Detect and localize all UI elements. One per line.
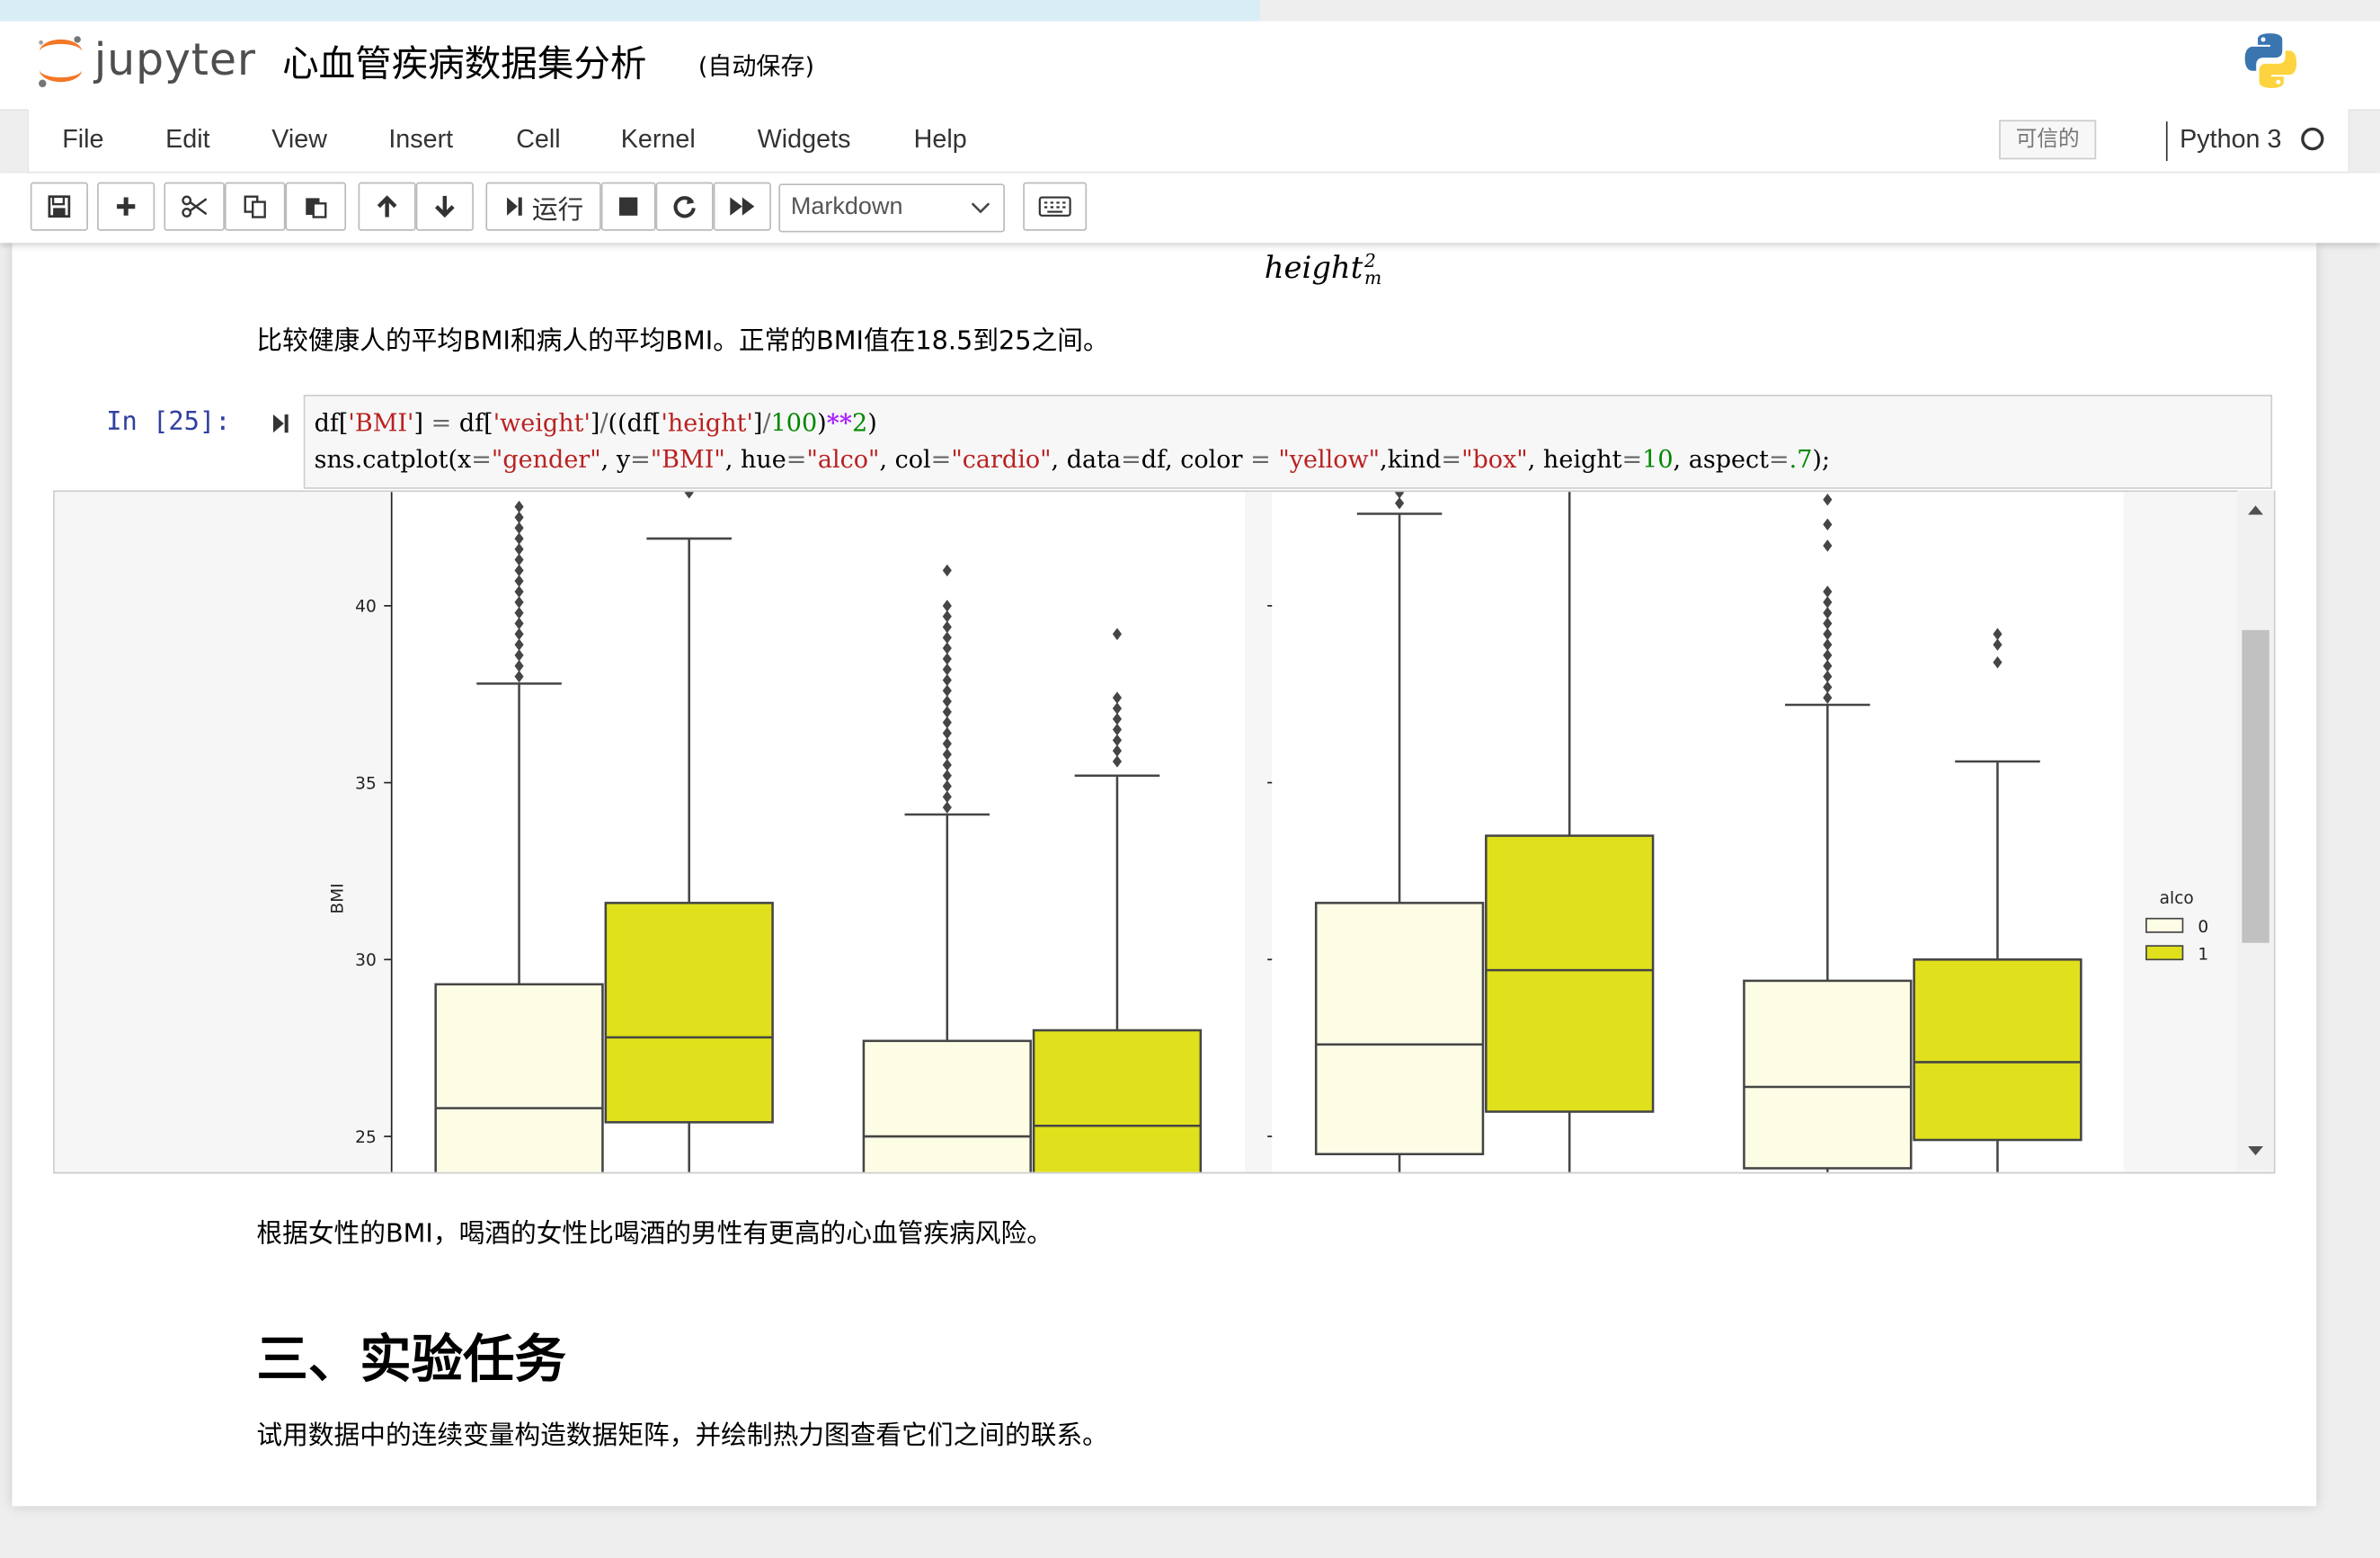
panel-2-group-1-alco-0-box <box>1314 902 1485 1156</box>
save-icon <box>48 195 71 218</box>
figure-margin-left <box>54 492 392 1172</box>
stop-icon <box>619 197 638 216</box>
panel-2-group-2-alco-0-box <box>1743 979 1913 1170</box>
panel-1-group-1-alco-0-box <box>434 983 604 1172</box>
plus-icon <box>117 197 136 216</box>
jupyter-wordmark: jupyter <box>93 33 256 85</box>
copy-button[interactable] <box>224 182 286 231</box>
legend-swatch-1 <box>2145 945 2184 961</box>
command-palette-button[interactable] <box>1023 182 1088 231</box>
menu-edit[interactable]: Edit <box>165 124 209 155</box>
paste-button[interactable] <box>285 182 347 231</box>
legend-swatch-0 <box>2145 917 2184 933</box>
jupyter-logo-icon <box>39 36 83 88</box>
paste-icon <box>306 198 327 218</box>
formula-subscript: m <box>1363 266 1382 289</box>
section-heading[interactable]: 三、实验任务 <box>256 1318 566 1393</box>
output-area[interactable]: 25 30 35 40 BMI alco 0 1 <box>53 490 2276 1174</box>
menu-file[interactable]: File <box>62 124 103 155</box>
menu-view[interactable]: View <box>271 124 327 155</box>
bmi-formula: height 2 m <box>1264 248 1382 289</box>
formula-denominator: height <box>1264 248 1363 286</box>
legend-title: alco <box>2160 889 2194 908</box>
legend-label-1: 1 <box>2198 945 2208 964</box>
output-scrollbar[interactable] <box>2237 490 2274 1171</box>
fast-forward-icon <box>730 197 755 216</box>
header: jupyter 心血管疾病数据集分析 (自动保存) <box>0 21 2380 111</box>
cut-button[interactable] <box>164 182 225 231</box>
cell-type-value: Markdown <box>790 194 903 220</box>
code-cell-input[interactable]: df['BMI'] = df['weight']/((df['height']/… <box>303 395 2273 489</box>
arrow-down-icon <box>434 195 455 218</box>
y-tick-label-25: 25 <box>355 1128 377 1147</box>
scroll-up-icon <box>2248 505 2264 515</box>
markdown-cell-conclusion[interactable]: 根据女性的BMI，喝酒的女性比喝酒的男性有更高的心血管疾病风险。 <box>256 1212 1052 1250</box>
menu-help[interactable]: Help <box>914 124 967 155</box>
menu-kernel[interactable]: Kernel <box>621 124 696 155</box>
notebook-title[interactable]: 心血管疾病数据集分析 <box>282 33 646 86</box>
scroll-thumb[interactable] <box>2242 629 2269 943</box>
kernel-separator <box>2165 121 2168 162</box>
panel-2-group-2-alco-1-box <box>1913 958 2082 1142</box>
kernel-name[interactable]: Python 3 <box>2180 124 2281 155</box>
run-cell-icon[interactable] <box>271 410 292 437</box>
legend-label-0: 0 <box>2198 918 2208 937</box>
scroll-down-icon <box>2248 1146 2264 1156</box>
move-up-button[interactable] <box>358 182 416 231</box>
restart-run-all-button[interactable] <box>713 182 771 231</box>
markdown-cell-compare[interactable]: 比较健康人的平均BMI和病人的平均BMI。正常的BMI值在18.5到25之间。 <box>256 319 1108 357</box>
restart-button[interactable] <box>655 182 714 231</box>
interrupt-button[interactable] <box>600 182 656 231</box>
trusted-indicator[interactable]: 可信的 <box>1999 120 2097 160</box>
toolbar: 运行 Markdown <box>0 173 2380 244</box>
cell-type-select[interactable]: Markdown <box>778 183 1005 233</box>
refresh-icon <box>673 196 696 218</box>
panel-1-group-1-alco-1-box <box>604 902 774 1124</box>
menu-cell[interactable]: Cell <box>516 124 560 155</box>
scissors-icon <box>182 195 208 218</box>
code-line-1: df['BMI'] = df['weight']/((df['height']/… <box>314 408 877 438</box>
step-forward-icon <box>506 197 521 216</box>
autosave-status: (自动保存) <box>697 51 815 81</box>
kernel-idle-icon <box>2301 127 2324 151</box>
notebook-container: height 2 m 比较健康人的平均BMI和病人的平均BMI。正常的BMI值在18… <box>12 243 2317 1507</box>
menu-insert[interactable]: Insert <box>388 124 453 155</box>
notification-strip <box>0 0 1260 22</box>
arrow-up-icon <box>377 195 397 218</box>
keyboard-icon <box>1038 196 1071 217</box>
panel-1-group-2-alco-0-box <box>862 1039 1032 1172</box>
y-tick-label-40: 40 <box>355 598 377 617</box>
menu-widgets[interactable]: Widgets <box>758 124 851 155</box>
menu-bar: File Edit View Insert Cell Kernel Widget… <box>27 109 2350 174</box>
run-button[interactable]: 运行 <box>485 182 601 231</box>
jupyter-logo[interactable]: jupyter <box>33 31 261 92</box>
y-tick-label-30: 30 <box>355 951 377 970</box>
copy-icon <box>244 195 266 218</box>
y-tick-label-35: 35 <box>355 774 377 793</box>
figure-gutter <box>1244 492 1273 1172</box>
run-label: 运行 <box>531 195 584 226</box>
code-line-2: sns.catplot(x="gender", y="BMI", hue="al… <box>314 444 1831 474</box>
chevron-down-icon <box>971 202 990 214</box>
move-down-button[interactable] <box>415 182 474 231</box>
panel-2-group-1-alco-1-box <box>1485 834 1655 1113</box>
python-logo-icon <box>2244 33 2297 88</box>
save-button[interactable] <box>30 182 88 231</box>
cell-prompt: In [25]: <box>106 406 231 438</box>
bmi-boxplot-chart: 25 30 35 40 BMI alco0 1 <box>54 492 2274 1172</box>
insert-cell-button[interactable] <box>97 182 155 231</box>
markdown-cell-task[interactable]: 试用数据中的连续变量构造数据矩阵，并绘制热力图查看它们之间的联系。 <box>256 1413 1107 1452</box>
y-axis-label: BMI <box>329 883 348 913</box>
panel-1-group-2-alco-1-box <box>1032 1028 1203 1172</box>
